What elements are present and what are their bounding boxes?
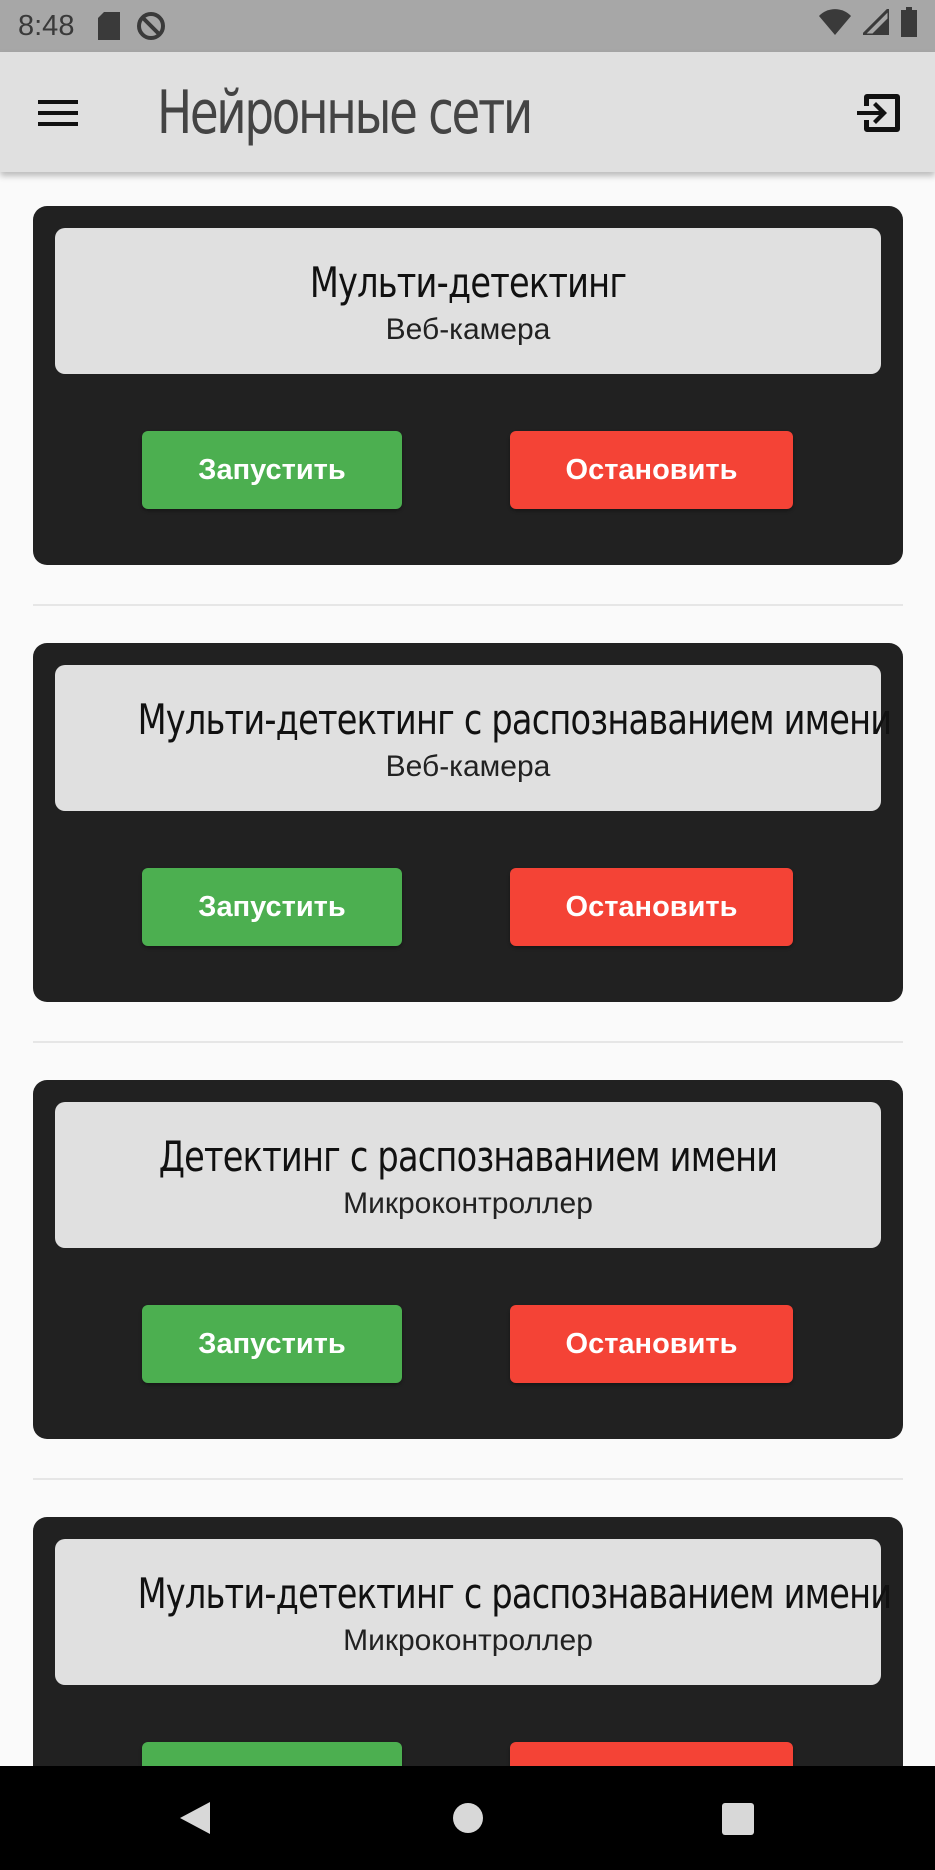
- card-header: Мульти-детектинг с распознаванием имени …: [55, 1539, 893, 1685]
- divider: [33, 604, 903, 606]
- card-title: Мульти-детектинг: [309, 258, 627, 307]
- card-subtitle: Микроконтроллер: [343, 1624, 593, 1657]
- start-button[interactable]: Запустить: [142, 1742, 402, 1766]
- hamburger-menu-icon[interactable]: [38, 96, 80, 130]
- stop-button[interactable]: Остановить: [510, 1742, 793, 1766]
- recents-icon[interactable]: [722, 1803, 754, 1840]
- card-body: Мульти-детектинг Веб-камера Запустить Ос…: [33, 206, 903, 565]
- back-icon[interactable]: [178, 1800, 212, 1841]
- sd-card-icon: [98, 12, 121, 40]
- card-subtitle: Микроконтроллер: [343, 1187, 593, 1220]
- card-body: Детектинг с распознаванием имени Микроко…: [33, 1080, 903, 1439]
- stop-button[interactable]: Остановить: [510, 1305, 793, 1383]
- app-bar: Нейронные сети: [0, 52, 935, 172]
- home-icon[interactable]: [451, 1801, 485, 1840]
- card-header: Мульти-детектинг с распознаванием имени …: [55, 665, 893, 811]
- card-header: Детектинг с распознаванием имени Микроко…: [55, 1102, 881, 1248]
- wifi-icon: [819, 9, 851, 43]
- no-sync-icon: [136, 11, 166, 41]
- battery-icon: [901, 7, 917, 45]
- system-nav-bar: [0, 1766, 935, 1870]
- start-button[interactable]: Запустить: [142, 1305, 402, 1383]
- card-title: Детектинг с распознаванием имени: [158, 1132, 778, 1181]
- status-bar: 8:48: [0, 0, 935, 52]
- start-button[interactable]: Запустить: [142, 431, 402, 509]
- stop-button[interactable]: Остановить: [510, 431, 793, 509]
- card-subtitle: Веб-камера: [385, 313, 551, 346]
- status-time: 8:48: [18, 9, 75, 42]
- divider: [33, 1478, 903, 1480]
- start-button[interactable]: Запустить: [142, 868, 402, 946]
- network-list[interactable]: Мульти-детектинг Веб-камера Запустить Ос…: [0, 172, 935, 1766]
- card-title: Мульти-детектинг с распознаванием имени: [137, 695, 893, 744]
- signal-icon: [859, 5, 891, 43]
- status-right: [819, 5, 917, 45]
- card-subtitle: Веб-камера: [385, 750, 551, 783]
- stop-button[interactable]: Остановить: [510, 868, 793, 946]
- card-header: Мульти-детектинг Веб-камера: [55, 228, 881, 374]
- card-body: Мульти-детектинг с распознаванием имени …: [33, 643, 903, 1002]
- card-title: Мульти-детектинг с распознаванием имени: [137, 1569, 893, 1618]
- card-body: Мульти-детектинг с распознаванием имени …: [33, 1517, 903, 1766]
- divider: [33, 1041, 903, 1043]
- page-title: Нейронные сети: [157, 78, 533, 148]
- exit-to-app-icon[interactable]: [855, 88, 905, 138]
